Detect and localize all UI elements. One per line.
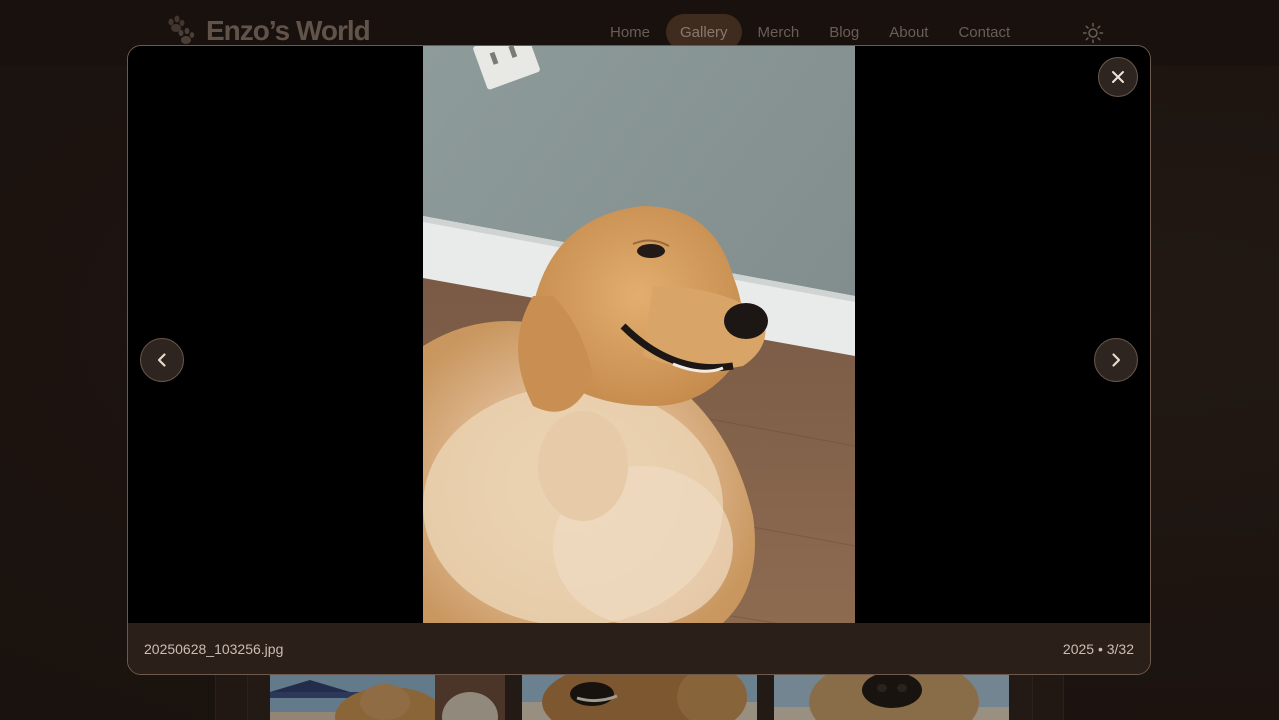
lightbox-modal: 20250628_103256.jpg 2025 • 3/32: [127, 45, 1151, 675]
image-counter: 2025 • 3/32: [1062, 641, 1134, 657]
image-filename: 20250628_103256.jpg: [144, 641, 284, 657]
next-image-button[interactable]: [1094, 338, 1138, 382]
prev-image-button[interactable]: [140, 338, 184, 382]
lightbox-photo: [423, 46, 855, 623]
lightbox-caption-bar: 20250628_103256.jpg 2025 • 3/32: [128, 623, 1150, 674]
lightbox-stage: [128, 46, 1150, 623]
close-lightbox-button[interactable]: [1098, 57, 1138, 97]
close-icon: [1112, 71, 1124, 83]
chevron-right-icon: [1112, 353, 1121, 367]
chevron-left-icon: [157, 353, 166, 367]
page: Enzo’s World Home Gallery Merch Blog Abo…: [0, 0, 1279, 720]
